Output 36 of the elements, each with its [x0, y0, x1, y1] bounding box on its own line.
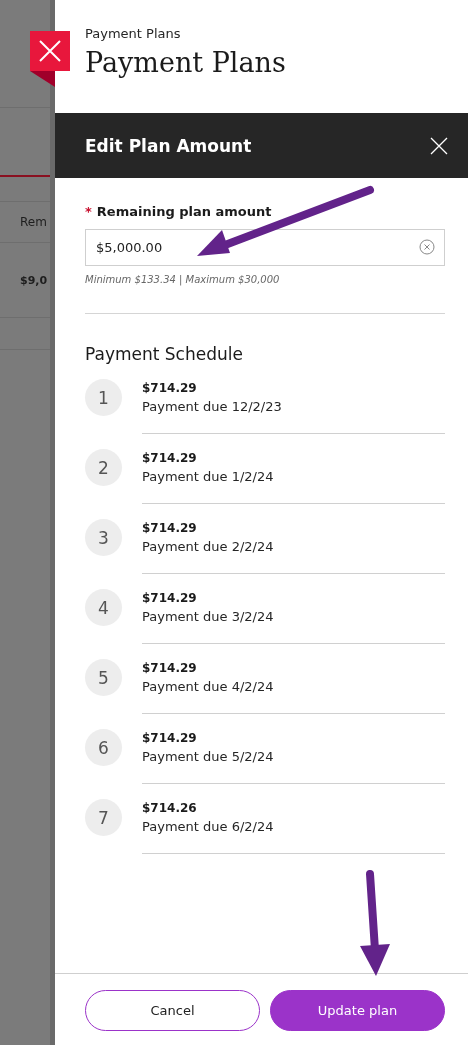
- payment-due: Payment due 1/2/24: [142, 469, 275, 484]
- step-number: 2: [85, 449, 122, 486]
- dialog-title: Edit Plan Amount: [85, 135, 252, 156]
- column-heading: Rem: [20, 215, 47, 229]
- payment-amount: $714.29: [142, 381, 198, 395]
- payment-amount: $714.29: [142, 591, 198, 605]
- step-number: 7: [85, 799, 122, 836]
- step-number: 3: [85, 519, 122, 556]
- step-number: 6: [85, 729, 122, 766]
- payment-due: Payment due 12/2/23: [142, 399, 283, 414]
- field-label: Remaining plan amount: [96, 204, 272, 219]
- payment-amount: $714.29: [142, 731, 198, 745]
- payment-amount: $714.29: [142, 451, 198, 465]
- payment-amount: $714.26: [142, 801, 198, 815]
- payment-due: Payment due 6/2/24: [142, 819, 275, 834]
- page-title: Payment Plans: [85, 47, 287, 78]
- clear-icon[interactable]: [419, 239, 435, 255]
- close-badge[interactable]: [30, 31, 70, 87]
- payment-amount: $714.29: [142, 661, 198, 675]
- field-hint: Minimum $133.34 | Maximum $30,000: [85, 274, 281, 285]
- close-button[interactable]: [430, 136, 448, 155]
- step-number: 5: [85, 659, 122, 696]
- update-button[interactable]: Update plan: [270, 990, 445, 1031]
- amount-field[interactable]: $5,000.00: [85, 229, 445, 266]
- payment-due: Payment due 2/2/24: [142, 539, 275, 554]
- step-number: 1: [85, 379, 122, 416]
- cancel-button[interactable]: Cancel: [85, 990, 260, 1031]
- payment-due: Payment due 5/2/24: [142, 749, 275, 764]
- section-title: Payment Schedule: [85, 344, 244, 364]
- payment-due: Payment due 3/2/24: [142, 609, 275, 624]
- breadcrumb: Payment Plans: [85, 26, 182, 41]
- required-mark: *: [85, 204, 92, 219]
- payment-due: Payment due 4/2/24: [142, 679, 275, 694]
- step-number: 4: [85, 589, 122, 626]
- table-cell: $9,0: [20, 273, 48, 287]
- payment-amount: $714.29: [142, 521, 198, 535]
